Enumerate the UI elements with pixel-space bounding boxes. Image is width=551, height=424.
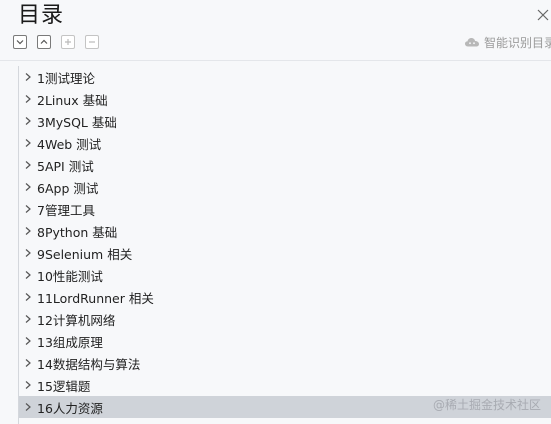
toc-item-label: 13组成原理: [37, 334, 103, 350]
toc-item-label: 7管理工具: [37, 202, 95, 218]
chevron-right-icon[interactable]: [23, 248, 33, 258]
chevron-right-icon[interactable]: [23, 72, 33, 82]
header-divider: [0, 60, 551, 61]
plus-icon: [65, 39, 71, 45]
toc-item[interactable]: 7管理工具: [19, 198, 551, 220]
toc-item[interactable]: 2Linux 基础: [19, 88, 551, 110]
close-icon: [537, 9, 549, 21]
chevron-right-icon[interactable]: [23, 336, 33, 346]
chevron-right-icon[interactable]: [23, 380, 33, 390]
expand-all-button[interactable]: [13, 35, 27, 49]
toc-item[interactable]: 13组成原理: [19, 330, 551, 352]
chevron-right-icon[interactable]: [23, 204, 33, 214]
toc-item[interactable]: 15逻辑题: [19, 374, 551, 396]
toc-item[interactable]: 10性能测试: [19, 264, 551, 286]
chevron-right-icon[interactable]: [23, 402, 33, 412]
ai-recognize-label: 智能识别目录: [484, 35, 551, 50]
toc-item-label: 1测试理论: [37, 70, 95, 86]
toc-item[interactable]: 1测试理论: [19, 66, 551, 88]
chevron-up-icon: [40, 39, 48, 44]
remove-entry-button[interactable]: [85, 35, 99, 49]
toc-header: 目录 智能识别目录: [0, 0, 551, 60]
chevron-right-icon[interactable]: [23, 226, 33, 236]
toc-item-label: 8Python 基础: [37, 224, 118, 240]
toc-item-label: 4Web 测试: [37, 136, 102, 152]
toc-item[interactable]: 3MySQL 基础: [19, 110, 551, 132]
toc-item[interactable]: 5API 测试: [19, 154, 551, 176]
toc-item-label: 3MySQL 基础: [37, 114, 117, 130]
toc-item[interactable]: 8Python 基础: [19, 220, 551, 242]
cloud-icon: [465, 38, 479, 47]
chevron-right-icon[interactable]: [23, 292, 33, 302]
toc-item-label: 10性能测试: [37, 268, 103, 284]
watermark: @稀土掘金技术社区: [432, 398, 541, 412]
toc-item-label: 14数据结构与算法: [37, 356, 141, 372]
toc-list: 1测试理论 2Linux 基础 3MySQL 基础 4Web 测试 5API 测试 6Ap…: [18, 66, 551, 424]
toc-panel: 目录 智能识别目录 1测试理论 2Linux 基础 3MySQL 基础 4Web…: [0, 0, 551, 424]
chevron-right-icon[interactable]: [23, 182, 33, 192]
chevron-right-icon[interactable]: [23, 138, 33, 148]
toc-item[interactable]: 14数据结构与算法: [19, 352, 551, 374]
toc-item-label: 6App 测试: [37, 180, 99, 196]
toc-item-label: 2Linux 基础: [37, 92, 108, 108]
chevron-right-icon[interactable]: [23, 314, 33, 324]
chevron-right-icon[interactable]: [23, 270, 33, 280]
toc-item-label: 12计算机网络: [37, 312, 116, 328]
toc-item[interactable]: 12计算机网络: [19, 308, 551, 330]
add-entry-button[interactable]: [61, 35, 75, 49]
toc-item-label: 16人力资源: [37, 400, 103, 416]
toc-item[interactable]: 4Web 测试: [19, 132, 551, 154]
toc-item[interactable]: 11LordRunner 相关: [19, 286, 551, 308]
toc-item-label: 9Selenium 相关: [37, 246, 133, 262]
chevron-right-icon[interactable]: [23, 94, 33, 104]
page-title: 目录: [18, 3, 65, 28]
close-button[interactable]: [537, 6, 549, 21]
toc-item-label: 11LordRunner 相关: [37, 290, 154, 306]
chevron-right-icon[interactable]: [23, 358, 33, 368]
toc-item[interactable]: 6App 测试: [19, 176, 551, 198]
collapse-all-button[interactable]: [37, 35, 51, 49]
toc-item[interactable]: 9Selenium 相关: [19, 242, 551, 264]
minus-icon: [89, 41, 95, 43]
chevron-down-icon: [16, 40, 24, 45]
toc-item-label: 5API 测试: [37, 158, 94, 174]
toc-toolbar: [13, 35, 99, 49]
ai-recognize-button[interactable]: 智能识别目录: [464, 33, 551, 51]
chevron-right-icon[interactable]: [23, 160, 33, 170]
chevron-right-icon[interactable]: [23, 116, 33, 126]
toc-item-label: 15逻辑题: [37, 378, 91, 394]
